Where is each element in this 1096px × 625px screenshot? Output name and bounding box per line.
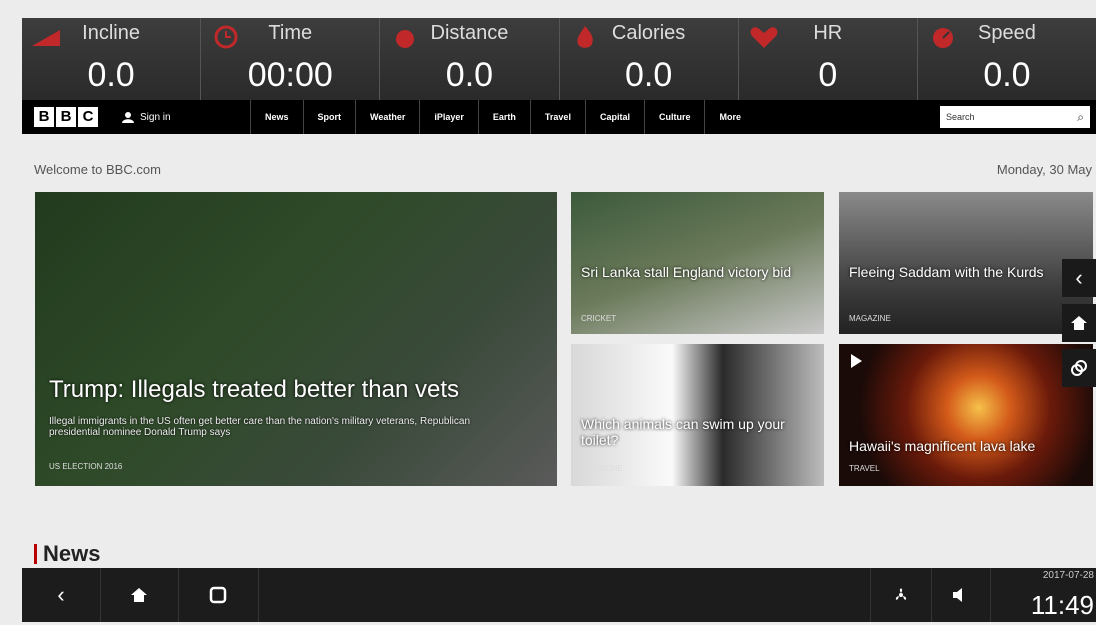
home-icon <box>131 588 147 602</box>
nav-link-sport[interactable]: Sport <box>302 100 356 134</box>
bbc-logo[interactable]: B B C <box>34 107 98 127</box>
side-home-button[interactable] <box>1062 304 1096 342</box>
section-heading-news: News <box>34 541 100 567</box>
nav-link-iplayer[interactable]: iPlayer <box>419 100 478 134</box>
user-icon <box>122 112 134 123</box>
stat-distance: Distance 0.0 <box>380 18 560 100</box>
system-date: 2017-07-28 <box>1042 570 1094 581</box>
side-back-button[interactable]: ‹ <box>1062 259 1096 297</box>
speaker-icon <box>953 588 962 602</box>
nav-link-earth[interactable]: Earth <box>477 100 530 134</box>
logo-letter: B <box>34 107 54 127</box>
story-tag: CRICKET <box>581 314 617 323</box>
stat-label: Calories <box>611 22 686 44</box>
story-card-cricket[interactable]: Sri Lanka stall England victory bid CRIC… <box>571 192 824 334</box>
welcome-text: Welcome to BBC.com <box>34 162 161 177</box>
sign-in-label: Sign in <box>140 111 171 123</box>
treadmill-stats-bar: Incline 0.0 Time 00:00 Distance 0.0 Calo… <box>22 18 1096 100</box>
nav-link-culture[interactable]: Culture <box>643 100 705 134</box>
stat-label: HR <box>813 22 843 44</box>
android-recents-button[interactable] <box>178 568 259 622</box>
story-title: Fleeing Saddam with the Kurds <box>849 264 1044 280</box>
story-card-saddam[interactable]: Fleeing Saddam with the Kurds MAGAZINE <box>839 192 1093 334</box>
back-arrow-icon: ‹ <box>57 582 65 607</box>
nav-link-weather[interactable]: Weather <box>355 100 419 134</box>
main-story-card[interactable]: Trump: Illegals treated better than vets… <box>35 192 557 486</box>
fan-button[interactable] <box>870 568 932 622</box>
android-navigation-bar: ‹ 2017-07-28 11:49 <box>22 568 1096 622</box>
story-tag: MAGAZINE <box>849 314 891 323</box>
stat-incline: Incline 0.0 <box>22 18 202 100</box>
home-icon <box>1071 316 1087 330</box>
story-tag: US ELECTION 2016 <box>49 462 123 471</box>
stat-value: 0.0 <box>87 56 135 94</box>
link-icon <box>1071 360 1087 376</box>
logo-letter: C <box>78 107 98 127</box>
story-card-toilet[interactable]: Which animals can swim up your toilet? M… <box>571 344 824 486</box>
recents-square-icon <box>209 586 227 604</box>
story-tag: TRAVEL <box>849 464 880 473</box>
chevron-left-icon: ‹ <box>1075 265 1083 290</box>
side-windows-button[interactable] <box>1062 349 1096 387</box>
system-clock: 11:49 <box>1030 590 1094 620</box>
search-placeholder: Search <box>946 112 975 122</box>
stat-calories: Calories 0.0 <box>560 18 739 100</box>
bbc-navbar: B B C Sign in News Sport Weather iPlayer… <box>22 100 1096 134</box>
stat-label: Speed <box>978 22 1036 44</box>
stat-hr: HR 0 <box>739 18 918 100</box>
logo-letter: B <box>56 107 76 127</box>
stat-time: Time 00:00 <box>201 18 381 100</box>
nav-links: News Sport Weather iPlayer Earth Travel … <box>250 100 755 134</box>
story-title: Which animals can swim up your toilet? <box>581 416 785 448</box>
stat-value: 00:00 <box>247 56 333 94</box>
volume-button[interactable] <box>930 568 991 622</box>
nav-link-capital[interactable]: Capital <box>584 100 644 134</box>
story-summary: Illegal immigrants in the US often get b… <box>49 416 471 438</box>
search-icon[interactable]: ⌕ <box>1077 106 1084 128</box>
stat-value: 0.0 <box>445 56 494 94</box>
story-title: Trump: Illegals treated better than vets <box>49 376 459 403</box>
stat-speed: Speed 0.0 <box>918 18 1096 100</box>
android-back-button[interactable]: ‹ <box>22 568 101 622</box>
android-home-button[interactable] <box>100 568 179 622</box>
fan-icon <box>895 588 907 600</box>
sign-in-link[interactable]: Sign in <box>122 111 232 123</box>
nav-link-more[interactable]: More <box>704 100 755 134</box>
play-icon <box>851 354 862 368</box>
stat-value: 0.0 <box>983 56 1031 94</box>
stat-label: Time <box>268 22 313 44</box>
stat-value: 0.0 <box>624 56 673 94</box>
nav-link-news[interactable]: News <box>250 100 303 134</box>
date-text: Monday, 30 May <box>996 162 1092 177</box>
story-tag: MAGAZINE <box>581 464 623 473</box>
story-card-lava[interactable]: Hawaii's magnificent lava lake TRAVEL <box>839 344 1093 486</box>
story-title: Hawaii's magnificent lava lake <box>849 438 1036 454</box>
stat-label: Incline <box>82 22 140 44</box>
stat-value: 0 <box>818 56 838 94</box>
stat-label: Distance <box>430 22 509 44</box>
story-title: Sri Lanka stall England victory bid <box>581 264 792 280</box>
nav-link-travel[interactable]: Travel <box>529 100 585 134</box>
search-input[interactable]: Search ⌕ <box>940 106 1090 128</box>
